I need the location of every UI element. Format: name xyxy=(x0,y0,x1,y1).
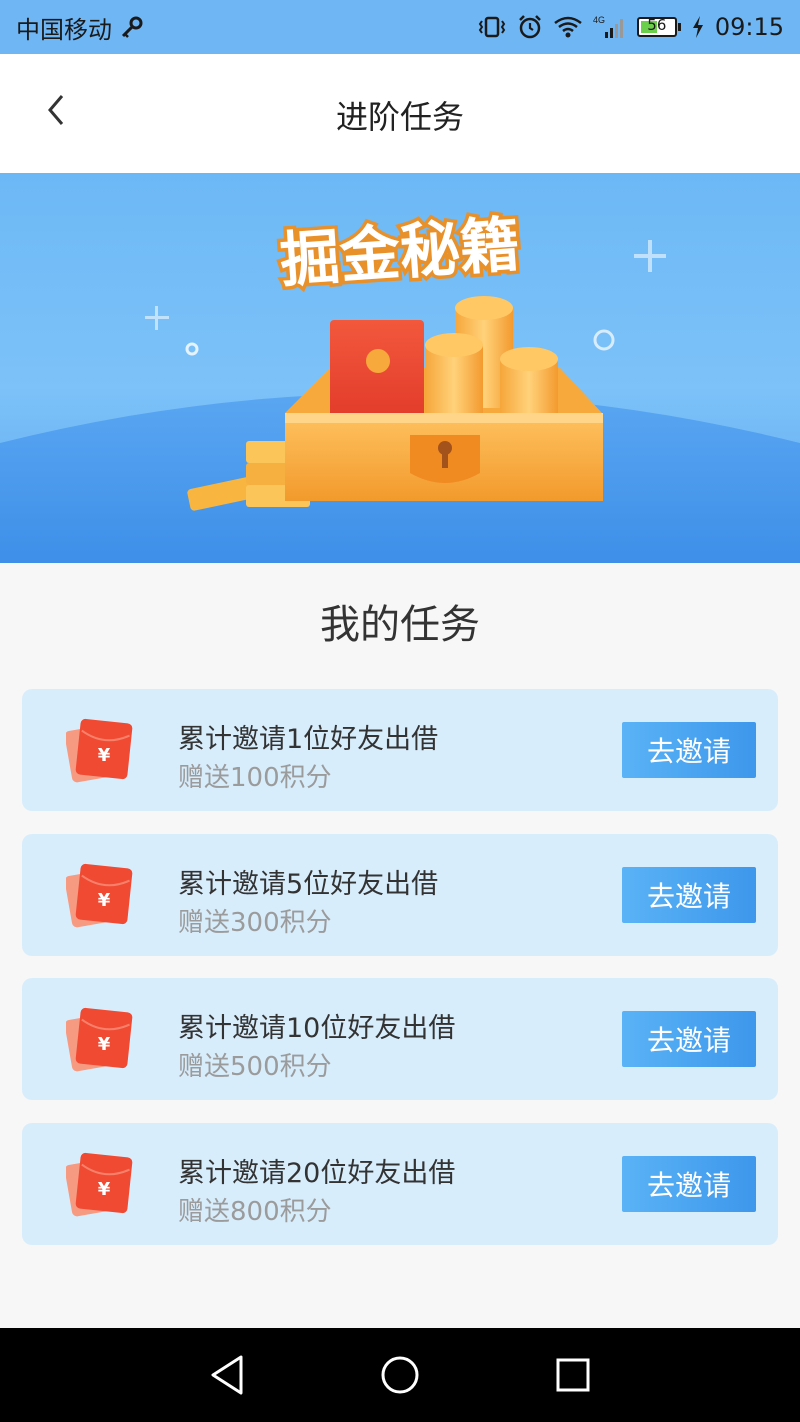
task-title: 累计邀请1位好友出借 xyxy=(178,724,439,755)
red-envelope-icon: ¥ xyxy=(64,862,136,928)
home-circle-icon xyxy=(381,1356,419,1394)
task-card: ¥ 累计邀请10位好友出借 赠送500积分 去邀请 xyxy=(22,978,778,1100)
task-card: ¥ 累计邀请20位好友出借 赠送800积分 去邀请 xyxy=(22,1123,778,1245)
recents-square-icon xyxy=(556,1358,590,1392)
task-reward: 赠送100积分 xyxy=(178,763,332,793)
system-nav-bar xyxy=(0,1328,800,1422)
app-header: 进阶任务 xyxy=(0,54,800,173)
task-title: 累计邀请20位好友出借 xyxy=(178,1158,456,1189)
status-right: 4G 56 09:15 xyxy=(477,13,784,41)
invite-button[interactable]: 去邀请 xyxy=(622,722,756,778)
red-envelope-icon: ¥ xyxy=(64,1006,136,1072)
red-envelope-icon: ¥ xyxy=(64,1151,136,1217)
treasure-chest-illustration: 掘金秘籍 xyxy=(0,206,800,563)
page-title: 进阶任务 xyxy=(335,98,464,136)
hero-banner: 掘金秘籍 xyxy=(0,173,800,563)
carrier-name: 中国移动 xyxy=(16,15,112,44)
task-title: 累计邀请5位好友出借 xyxy=(178,869,439,900)
clock: 09:15 xyxy=(714,13,784,41)
battery-level: 56 xyxy=(647,16,667,34)
task-reward: 赠送500积分 xyxy=(178,1052,332,1082)
section-title: 我的任务 xyxy=(320,602,480,648)
task-card: ¥ 累计邀请5位好友出借 赠送300积分 去邀请 xyxy=(22,834,778,956)
nav-back-button[interactable] xyxy=(197,1345,257,1405)
svg-text:¥: ¥ xyxy=(98,745,111,766)
network-type-label: 4G xyxy=(593,15,605,25)
red-envelope-icon: ¥ xyxy=(64,717,136,783)
task-title: 累计邀请10位好友出借 xyxy=(178,1013,456,1044)
svg-text:¥: ¥ xyxy=(98,1034,111,1055)
signal-icon: 4G xyxy=(593,14,627,40)
task-reward: 赠送300积分 xyxy=(178,908,332,938)
alarm-icon xyxy=(517,14,543,40)
vibrate-icon xyxy=(477,15,507,39)
charging-icon xyxy=(691,15,705,39)
nav-home-button[interactable] xyxy=(370,1345,430,1405)
status-bar: 中国移动 4G 56 09:15 xyxy=(0,0,800,54)
svg-text:¥: ¥ xyxy=(98,890,111,911)
task-card: ¥ 累计邀请1位好友出借 赠送100积分 去邀请 xyxy=(22,689,778,811)
task-reward: 赠送800积分 xyxy=(178,1197,332,1227)
invite-button[interactable]: 去邀请 xyxy=(622,1011,756,1067)
back-triangle-icon xyxy=(211,1355,243,1395)
svg-text:¥: ¥ xyxy=(98,1179,111,1200)
key-icon xyxy=(120,15,144,39)
status-left: 中国移动 xyxy=(16,10,144,45)
wifi-icon xyxy=(553,15,583,39)
invite-button[interactable]: 去邀请 xyxy=(622,867,756,923)
invite-button[interactable]: 去邀请 xyxy=(622,1156,756,1212)
battery-icon: 56 xyxy=(636,16,681,37)
banner-title: 掘金秘籍 xyxy=(278,210,522,297)
nav-recents-button[interactable] xyxy=(543,1345,603,1405)
